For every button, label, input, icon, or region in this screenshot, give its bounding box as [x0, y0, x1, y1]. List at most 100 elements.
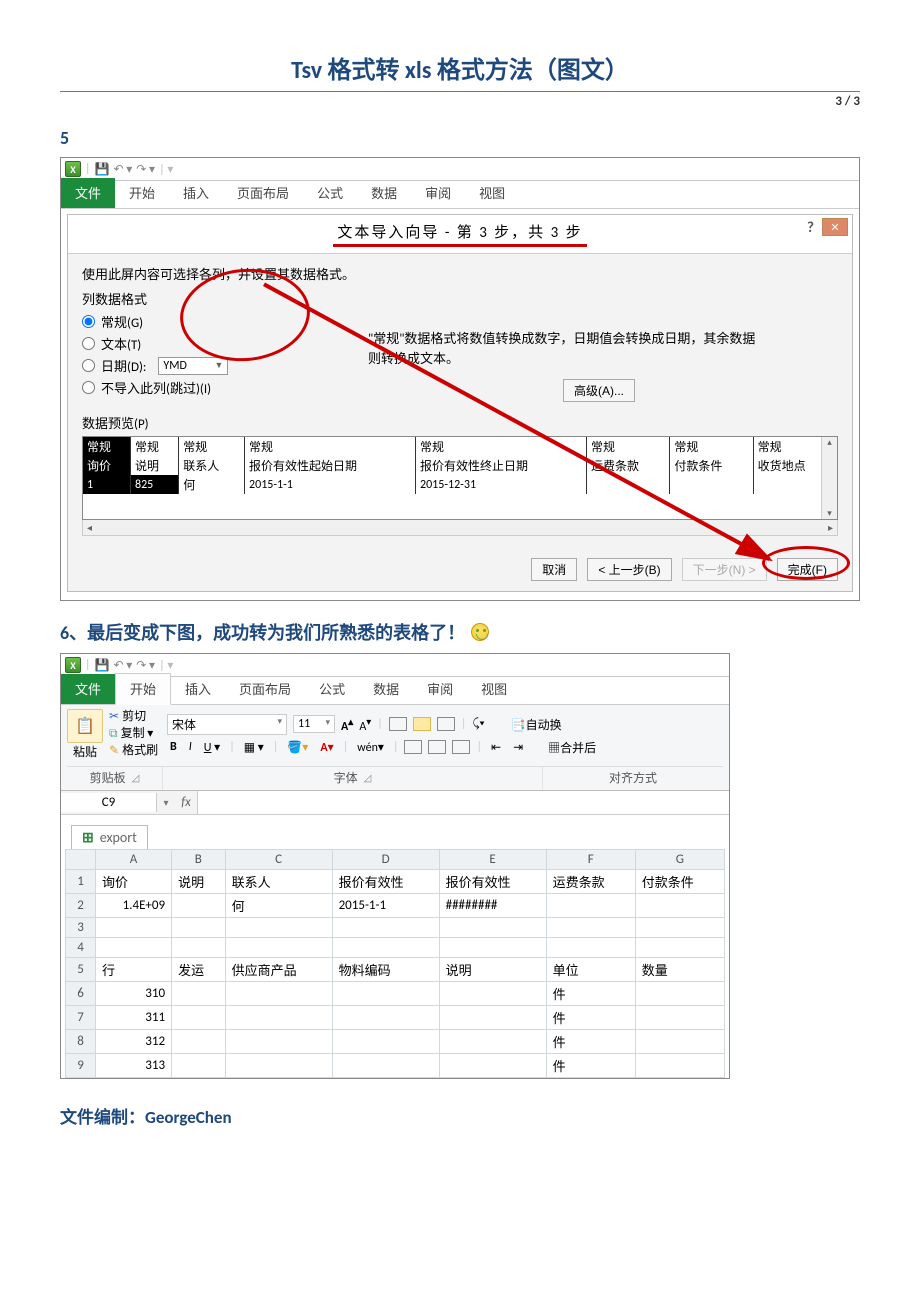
cell[interactable] — [439, 938, 546, 958]
italic-button[interactable]: I — [186, 739, 195, 755]
tab-insert[interactable]: 插入 — [171, 674, 225, 704]
font-name-combo[interactable]: 宋体▾ — [167, 714, 287, 735]
col-header[interactable]: B — [172, 850, 226, 870]
tab-home[interactable]: 开始 — [115, 178, 169, 208]
align-left-icon[interactable] — [404, 740, 422, 754]
formula-input[interactable] — [197, 791, 729, 814]
tab-file[interactable]: 文件 — [61, 178, 115, 208]
radio-text-label[interactable]: 文本(T) — [101, 334, 141, 353]
row-header[interactable]: 8 — [66, 1030, 96, 1054]
radio-date-label[interactable]: 日期(D): — [101, 356, 146, 375]
row-header[interactable]: 2 — [66, 894, 96, 918]
undo-icon[interactable]: ↶ ▾ — [113, 162, 132, 177]
cell[interactable] — [225, 938, 332, 958]
cell[interactable] — [172, 918, 226, 938]
workbook-window-tab[interactable]: ⊞export — [71, 825, 148, 849]
redo-icon[interactable]: ↷ ▾ — [136, 658, 155, 673]
tab-view[interactable]: 视图 — [467, 674, 521, 704]
cell[interactable]: 物料编码 — [332, 958, 439, 982]
decrease-indent-icon[interactable]: ⇤ — [488, 739, 504, 756]
cell[interactable]: 说明 — [172, 870, 226, 894]
cell[interactable]: 件 — [546, 1054, 635, 1078]
align-bottom-icon[interactable] — [437, 717, 455, 731]
radio-date[interactable] — [82, 359, 95, 372]
tab-layout[interactable]: 页面布局 — [225, 674, 305, 704]
namebox-dropdown-icon[interactable]: ▾ — [157, 796, 175, 809]
date-format-combo[interactable]: YMD▼ — [158, 357, 228, 375]
name-box[interactable]: C9 — [61, 793, 157, 812]
cell[interactable] — [635, 938, 724, 958]
decrease-font-icon[interactable]: A▾ — [359, 715, 371, 734]
cell[interactable] — [546, 938, 635, 958]
cell[interactable] — [439, 982, 546, 1006]
cell[interactable] — [635, 918, 724, 938]
font-color-button[interactable]: A▾ — [317, 739, 336, 756]
row-header[interactable]: 3 — [66, 918, 96, 938]
increase-font-icon[interactable]: A▴ — [341, 715, 353, 734]
cell[interactable] — [225, 1054, 332, 1078]
hscrollbar[interactable]: ◂▸ — [82, 520, 838, 536]
cell[interactable]: 313 — [96, 1054, 172, 1078]
cell[interactable] — [96, 938, 172, 958]
cell[interactable] — [332, 1030, 439, 1054]
data-preview[interactable]: 常规 常规 常规 常规 常规 常规 常规 常规 询价 说明 联系人 报价有效性起… — [82, 436, 838, 520]
tab-home[interactable]: 开始 — [115, 673, 171, 705]
cell[interactable]: 报价有效性 — [332, 870, 439, 894]
cell[interactable]: 供应商产品 — [225, 958, 332, 982]
redo-icon[interactable]: ↷ ▾ — [136, 162, 155, 177]
row-header[interactable]: 4 — [66, 938, 96, 958]
radio-text[interactable] — [82, 337, 95, 350]
spreadsheet-grid[interactable]: A B C D E F G 1询价说明联系人报价有效性报价有效性运费条款付款条件… — [65, 849, 725, 1078]
advanced-button[interactable]: 高级(A)... — [563, 379, 635, 402]
dialog-launcher-icon[interactable]: ◿ — [364, 771, 372, 784]
cell[interactable]: 件 — [546, 982, 635, 1006]
fx-icon[interactable]: fx — [175, 795, 197, 810]
cell[interactable] — [635, 894, 724, 918]
select-all-corner[interactable] — [66, 850, 96, 870]
col-header[interactable]: G — [635, 850, 724, 870]
cell[interactable] — [439, 1030, 546, 1054]
font-size-combo[interactable]: 11▾ — [293, 715, 335, 733]
format-painter-button[interactable]: ✎格式刷 — [109, 743, 158, 760]
radio-general[interactable] — [82, 315, 95, 328]
row-header[interactable]: 1 — [66, 870, 96, 894]
cell[interactable] — [172, 894, 226, 918]
cell[interactable]: 310 — [96, 982, 172, 1006]
increase-indent-icon[interactable]: ⇥ — [510, 739, 526, 756]
radio-skip-label[interactable]: 不导入此列(跳过)(I) — [101, 378, 211, 397]
align-top-icon[interactable] — [389, 717, 407, 731]
cell[interactable]: 付款条件 — [635, 870, 724, 894]
cell[interactable]: 联系人 — [225, 870, 332, 894]
merge-button[interactable]: ▦合并后 — [548, 739, 596, 756]
align-center-icon[interactable] — [428, 740, 446, 754]
cell[interactable] — [225, 982, 332, 1006]
cell[interactable] — [172, 1030, 226, 1054]
cell[interactable]: 行 — [96, 958, 172, 982]
phonetic-button[interactable]: wén▾ — [354, 739, 387, 756]
copy-button[interactable]: ⧉复制 ▾ — [109, 726, 158, 743]
align-middle-icon[interactable] — [413, 717, 431, 731]
back-button[interactable]: < 上一步(B) — [587, 558, 671, 581]
tab-formula[interactable]: 公式 — [305, 674, 359, 704]
help-button[interactable]: ? — [807, 219, 814, 237]
close-button[interactable]: ✕ — [822, 218, 848, 236]
cell[interactable] — [225, 1030, 332, 1054]
finish-button[interactable]: 完成(F) — [777, 558, 838, 581]
orientation-icon[interactable]: ⤹▾ — [472, 717, 484, 731]
underline-button[interactable]: U ▾ — [201, 739, 223, 756]
col-header[interactable]: C — [225, 850, 332, 870]
cell[interactable]: 何 — [225, 894, 332, 918]
tab-layout[interactable]: 页面布局 — [223, 178, 303, 208]
cell[interactable] — [332, 1006, 439, 1030]
cell[interactable]: 2015-1-1 — [332, 894, 439, 918]
cell[interactable] — [635, 1006, 724, 1030]
tab-formula[interactable]: 公式 — [303, 178, 357, 208]
cell[interactable]: 312 — [96, 1030, 172, 1054]
cell[interactable] — [172, 1006, 226, 1030]
cell[interactable] — [546, 894, 635, 918]
cell[interactable]: 数量 — [635, 958, 724, 982]
cell[interactable] — [172, 938, 226, 958]
cell[interactable] — [172, 1054, 226, 1078]
dialog-launcher-icon[interactable]: ◿ — [132, 771, 140, 784]
cell[interactable]: 311 — [96, 1006, 172, 1030]
